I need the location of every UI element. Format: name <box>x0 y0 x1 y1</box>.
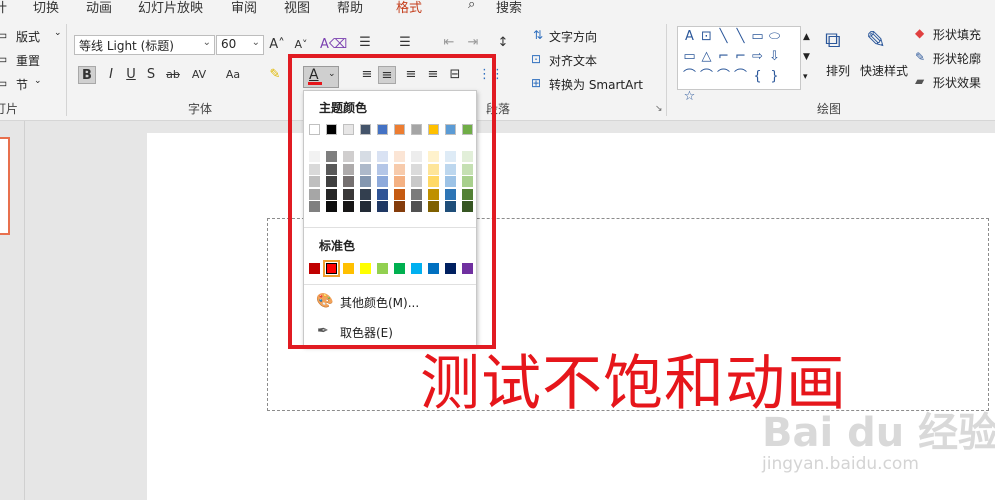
shrink-font-icon[interactable]: A˅ <box>292 36 310 54</box>
shape-fill-icon[interactable]: ◆ <box>915 26 924 40</box>
shape-gallery-icon[interactable]: △ <box>698 47 715 67</box>
increase-indent-icon[interactable]: ⇥ <box>464 34 482 52</box>
smartart-icon[interactable]: ⊞ <box>531 76 541 90</box>
text-direction-button[interactable]: 文字方向 <box>549 28 597 45</box>
dialog-launcher-icon[interactable]: ↘ <box>655 104 663 114</box>
shape-gallery-icon[interactable]: ⌐ <box>732 47 749 67</box>
shape-gallery-icon[interactable]: ⬭ <box>766 27 783 47</box>
align-text-button[interactable]: 对齐文本 <box>549 52 597 69</box>
shape-gallery-icon[interactable]: ⇨ <box>749 47 766 67</box>
tab-slideshow[interactable]: 幻灯片放映 <box>138 0 203 16</box>
change-case-button[interactable]: Aa <box>222 66 244 84</box>
shape-gallery-icon[interactable]: ▭ <box>681 47 698 67</box>
reset-icon[interactable]: ▭ <box>0 52 7 66</box>
text-direction-icon[interactable]: ⇅ <box>533 28 543 42</box>
ribbon: ▭ 版式 ⌄ ▭ 重置 ▭ 节 ⌄ 灯片 等线 Light (标题) ⌄ 60 … <box>0 16 995 121</box>
shape-effects-icon[interactable]: ▰ <box>915 74 924 88</box>
shape-gallery-icon[interactable]: ⌒ <box>698 67 715 87</box>
tab-design[interactable]: 计 <box>0 0 7 16</box>
shape-gallery-icon[interactable]: ⇩ <box>766 47 783 67</box>
tab-view[interactable]: 视图 <box>284 0 310 16</box>
shape-gallery-icon[interactable]: ⌒ <box>732 67 749 87</box>
font-name-value: 等线 Light (标题) <box>79 39 174 53</box>
shape-fill-button[interactable]: 形状填充 <box>933 26 981 43</box>
shape-gallery-icon[interactable]: ▭ <box>749 27 766 47</box>
font-size-combo[interactable]: 60 ⌄ <box>216 35 264 55</box>
layout-button[interactable]: 版式 <box>16 28 40 45</box>
shape-gallery-icon[interactable]: } <box>766 67 783 87</box>
arrange-button[interactable]: 排列 <box>826 62 850 79</box>
tab-review[interactable]: 审阅 <box>231 0 257 16</box>
tab-format[interactable]: 格式 <box>396 0 422 16</box>
highlight-icon[interactable]: ✎ <box>266 66 284 84</box>
bold-button[interactable]: B <box>78 66 96 84</box>
reset-button[interactable]: 重置 <box>16 52 40 69</box>
font-size-value: 60 <box>221 37 237 51</box>
search-icon[interactable]: ⌕ <box>468 0 475 12</box>
shape-gallery-icon[interactable]: A <box>681 27 698 47</box>
shape-outline-icon[interactable]: ✎ <box>915 50 925 64</box>
quick-styles-icon[interactable]: ✎ <box>866 26 886 54</box>
divider <box>66 24 67 116</box>
chevron-down-icon[interactable]: ⌄ <box>252 37 260 48</box>
shape-gallery-icon[interactable]: ╲ <box>732 27 749 47</box>
shadow-button[interactable]: S <box>142 66 160 84</box>
shape-gallery-icon[interactable]: ⌒ <box>715 67 732 87</box>
arrange-icon[interactable]: ⧉ <box>825 28 841 53</box>
section-icon[interactable]: ▭ <box>0 76 7 90</box>
smartart-button[interactable]: 转换为 SmartArt <box>549 76 643 93</box>
search-box[interactable]: 搜索 <box>496 0 522 16</box>
font-name-combo[interactable]: 等线 Light (标题) ⌄ <box>74 35 215 55</box>
strikethrough-button[interactable]: ab <box>164 66 182 84</box>
numbering-icon[interactable]: ☰ <box>396 34 414 52</box>
section-button[interactable]: 节 <box>16 76 28 93</box>
shape-gallery-icon[interactable]: ☆ <box>681 87 698 107</box>
decrease-indent-icon[interactable]: ⇤ <box>440 34 458 52</box>
shape-gallery-icon[interactable]: ╲ <box>715 27 732 47</box>
annotation-highlight-frame <box>288 54 496 349</box>
drawing-group-label: 绘图 <box>817 102 842 116</box>
tab-help[interactable]: 帮助 <box>337 0 363 16</box>
gallery-scroll-up-icon[interactable]: ▲ <box>803 32 810 42</box>
clear-format-icon[interactable]: A⌫ <box>320 36 347 54</box>
tab-animations[interactable]: 动画 <box>86 0 112 16</box>
tab-transitions[interactable]: 切换 <box>33 0 59 16</box>
layout-icon[interactable]: ▭ <box>0 28 7 42</box>
italic-button[interactable]: I <box>102 66 120 84</box>
align-text-icon[interactable]: ⊡ <box>531 52 541 66</box>
chevron-down-icon[interactable]: ⌄ <box>203 37 211 48</box>
shape-gallery-icon[interactable]: ⌐ <box>715 47 732 67</box>
font-group-label: 字体 <box>188 102 213 116</box>
slides-group-label: 灯片 <box>0 102 19 116</box>
slide-thumbnail[interactable] <box>0 137 10 235</box>
watermark-url: jingyan.baidu.com <box>762 454 919 474</box>
shape-effects-button[interactable]: 形状效果 <box>933 74 981 91</box>
divider <box>666 24 667 116</box>
shape-gallery-icon[interactable]: ⌒ <box>681 67 698 87</box>
grow-font-icon[interactable]: A˄ <box>268 36 286 54</box>
ribbon-tabs: 计 切换 动画 幻灯片放映 审阅 视图 帮助 格式 ⌕ 搜索 <box>0 0 995 16</box>
quick-styles-button[interactable]: 快速样式 <box>860 62 908 79</box>
watermark-brand: Bai du 经验 <box>762 410 995 456</box>
char-spacing-button[interactable]: AV <box>188 66 210 84</box>
bullets-icon[interactable]: ☰ <box>356 34 374 52</box>
chevron-down-icon[interactable]: ⌄ <box>34 76 42 86</box>
shape-gallery-icon[interactable]: { <box>749 67 766 87</box>
shape-gallery-icon[interactable]: ⊡ <box>698 27 715 47</box>
chevron-down-icon[interactable]: ⌄ <box>54 28 62 38</box>
line-spacing-icon[interactable]: ↕ <box>494 34 512 52</box>
shapes-gallery[interactable]: A ⊡ ╲ ╲ ▭ ⬭▭ △ ⌐ ⌐ ⇨ ⇩⌒ ⌒ ⌒ ⌒{}☆ <box>677 26 801 104</box>
underline-button[interactable]: U <box>122 66 140 84</box>
gallery-scroll-down-icon[interactable]: ▼ <box>803 52 810 62</box>
gallery-more-icon[interactable]: ▾ <box>803 72 808 82</box>
shape-outline-button[interactable]: 形状轮廓 <box>933 50 981 67</box>
